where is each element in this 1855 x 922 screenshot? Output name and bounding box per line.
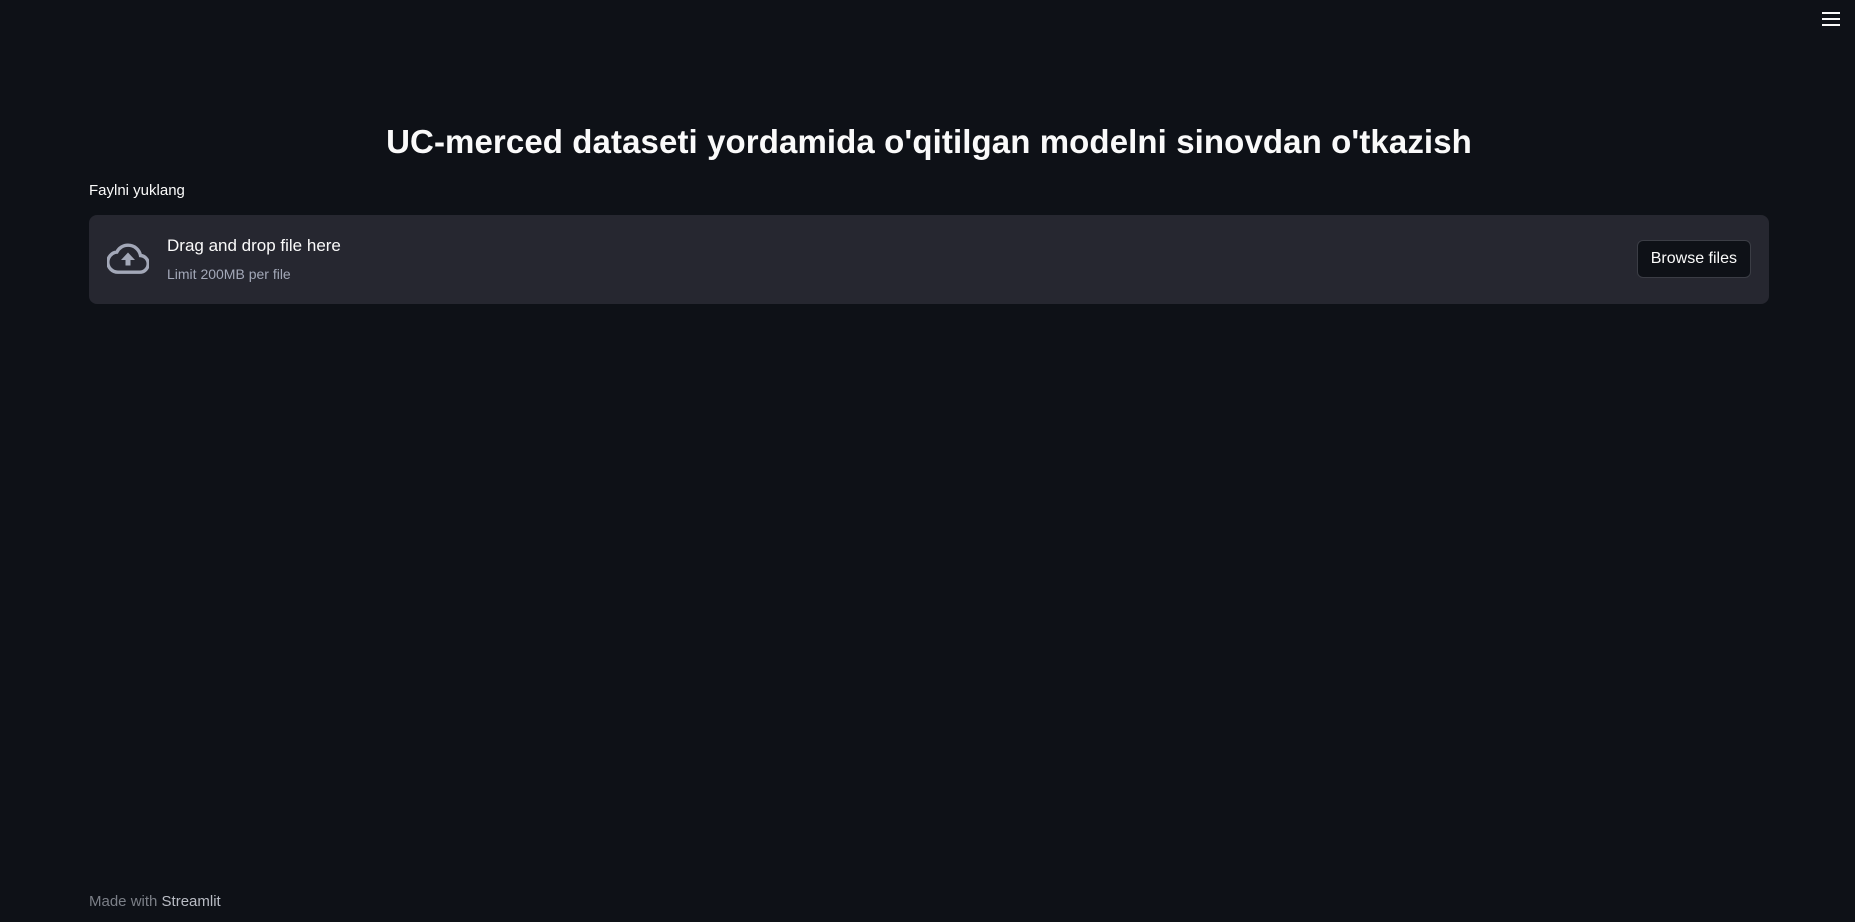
hamburger-menu-icon: [1822, 12, 1840, 26]
browse-files-button[interactable]: Browse files: [1636, 240, 1751, 278]
app-root: UC-merced dataseti yordamida o'qitilgan …: [0, 0, 1855, 922]
streamlit-link[interactable]: Streamlit: [162, 893, 221, 910]
main-menu-button[interactable]: [1817, 6, 1845, 32]
footer: Made with Streamlit: [89, 893, 221, 910]
file-dropzone[interactable]: Drag and drop file here Limit 200MB per …: [89, 215, 1769, 304]
dropzone-instruction: Drag and drop file here: [167, 236, 341, 255]
cloud-upload-icon: [107, 243, 149, 274]
file-uploader-label: Faylni yuklang: [89, 182, 185, 199]
dropzone-limit: Limit 200MB per file: [167, 266, 291, 282]
page-title: UC-merced dataseti yordamida o'qitilgan …: [386, 123, 1472, 160]
footer-prefix: Made with: [89, 893, 158, 910]
